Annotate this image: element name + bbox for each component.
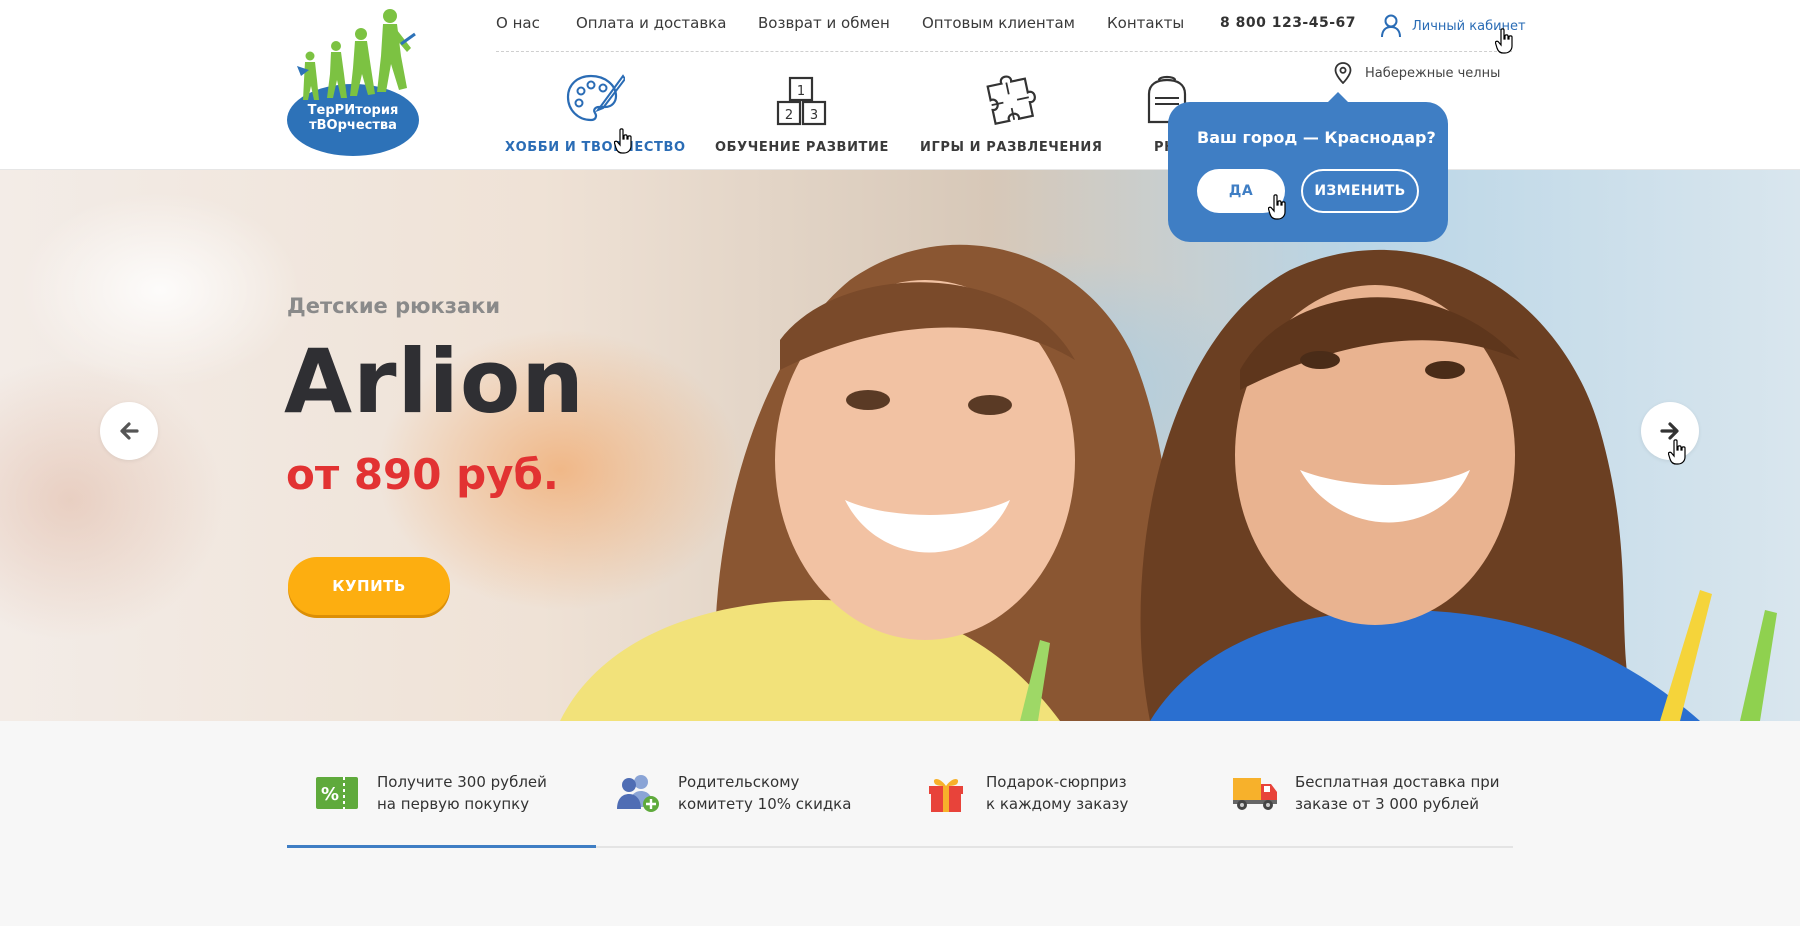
benefit-line-1: Получите 300 рублей <box>377 773 547 791</box>
category-education[interactable]: 1 2 3 ОБУЧЕНИЕ РАЗВИТИЕ <box>715 70 889 155</box>
benefit-line-1: Подарок-сюрприз <box>986 773 1127 791</box>
arrow-right-icon <box>1660 422 1679 440</box>
slider-prev-button[interactable] <box>100 402 158 460</box>
benefit-first-purchase[interactable]: % Получите 300 рублей на первую покупку <box>313 769 547 817</box>
benefit-line-2: на первую покупку <box>377 795 530 813</box>
percent-coupon-icon: % <box>313 769 361 817</box>
category-label: ОБУЧЕНИЕ РАЗВИТИЕ <box>715 140 889 155</box>
svg-text:2: 2 <box>785 108 793 123</box>
change-city-button[interactable]: ИЗМЕНИТЬ <box>1301 169 1419 213</box>
gift-icon <box>922 769 970 817</box>
account-label: Личный кабинет <box>1412 18 1526 34</box>
benefit-line-2: заказе от 3 000 рублей <box>1295 795 1479 813</box>
top-navigation: О нас Оплата и доставка Возврат и обмен … <box>496 14 1526 52</box>
palette-icon <box>565 70 626 126</box>
benefit-line-2: комитету 10% скидка <box>678 795 852 813</box>
logo-line-1: ТерРИтория <box>307 103 399 118</box>
category-hobby[interactable]: ХОББИ И ТВОРЧЕСТВО <box>505 70 686 155</box>
nav-link-contacts[interactable]: Контакты <box>1107 14 1184 32</box>
phone-number[interactable]: 8 800 123-45-67 <box>1220 15 1356 31</box>
arrow-left-icon <box>120 422 139 440</box>
logo-figures-icon <box>287 9 419 156</box>
hero-price: от 890 руб. <box>286 450 559 499</box>
hero-text-block: Детские рюкзаки Arlion от 890 руб. КУПИТ… <box>284 170 887 721</box>
user-icon <box>1381 14 1401 38</box>
account-link[interactable]: Личный кабинет <box>1380 14 1526 38</box>
site-logo[interactable]: ТерРИтория тВОрчества <box>283 8 423 158</box>
nav-link-about[interactable]: О нас <box>496 14 540 32</box>
benefit-free-delivery[interactable]: Бесплатная доставка при заказе от 3 000 … <box>1231 769 1500 817</box>
puzzle-icon <box>985 70 1037 126</box>
benefit-line-1: Родительскому <box>678 773 800 791</box>
nav-link-returns[interactable]: Возврат и обмен <box>758 14 890 32</box>
slider-next-button[interactable] <box>1641 402 1699 460</box>
benefits-section: % Получите 300 рублей на первую покупку … <box>0 721 1800 926</box>
confirm-city-button[interactable]: ДА <box>1197 169 1285 213</box>
benefit-gift[interactable]: Подарок-сюрприз к каждому заказу <box>922 769 1128 817</box>
city-confirm-popup: Ваш город — Краснодар? ДА ИЗМЕНИТЬ <box>1168 92 1448 242</box>
group-plus-icon <box>614 769 662 817</box>
nav-link-payment-delivery[interactable]: Оплата и доставка <box>576 14 726 32</box>
number-blocks-icon: 1 2 3 <box>776 70 828 126</box>
category-label: ИГРЫ И РАЗВЛЕЧЕНИЯ <box>920 140 1103 155</box>
site-header: ТерРИтория тВОрчества О нас Оплата и дос… <box>0 0 1800 170</box>
logo-line-2: тВОрчества <box>309 118 397 133</box>
hero-subtitle: Детские рюкзаки <box>287 294 501 318</box>
hero-photo <box>560 244 1777 721</box>
delivery-truck-icon <box>1231 769 1279 817</box>
svg-text:1: 1 <box>797 84 805 99</box>
category-label: ХОББИ И ТВОРЧЕСТВО <box>505 140 686 155</box>
benefit-line-1: Бесплатная доставка при <box>1295 773 1500 791</box>
hero-brand: Arlion <box>284 330 585 433</box>
benefit-parents-committee[interactable]: Родительскому комитету 10% скидка <box>614 769 851 817</box>
benefit-line-2: к каждому заказу <box>986 795 1129 813</box>
current-city: Набережные челны <box>1365 65 1501 81</box>
buy-button[interactable]: КУПИТЬ <box>288 557 450 615</box>
nav-link-wholesale[interactable]: Оптовым клиентам <box>922 14 1075 32</box>
logo-text: ТерРИтория тВОрчества <box>283 103 423 133</box>
location-pin-icon <box>1334 62 1352 84</box>
category-games[interactable]: ИГРЫ И РАЗВЛЕЧЕНИЯ <box>920 70 1102 155</box>
hero-slider: Детские рюкзаки Arlion от 890 руб. КУПИТ… <box>0 170 1800 721</box>
svg-text:3: 3 <box>810 108 818 123</box>
city-selector[interactable]: Набережные челны <box>1334 62 1500 84</box>
benefits-progress-active <box>287 845 596 848</box>
city-question: Ваш город — Краснодар? <box>1197 128 1436 147</box>
svg-text:%: % <box>321 784 339 805</box>
